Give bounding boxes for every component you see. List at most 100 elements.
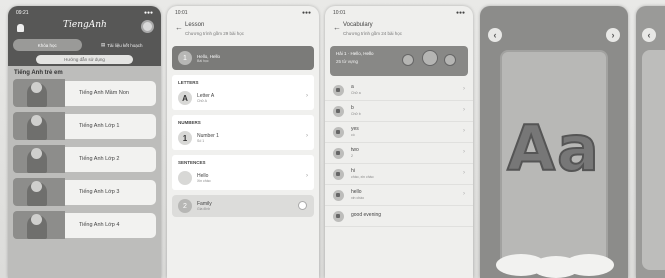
speaker-icon[interactable] [333, 105, 344, 117]
course-thumbnail [13, 178, 65, 206]
child-head [31, 82, 42, 93]
letters-card: LETTERS A Letter A Chữ A › [172, 75, 314, 110]
vocab-item[interactable]: a Chữ a › [325, 80, 473, 101]
course-thumbnail [13, 112, 65, 140]
lock-icon [298, 201, 307, 210]
status-icons: ●●● [301, 10, 311, 16]
speaker-icon[interactable] [333, 84, 344, 96]
number-icon: 1 [178, 131, 192, 145]
vocab-text: a Chữ a [351, 84, 361, 95]
chevron-left-icon[interactable]: ‹ [642, 28, 656, 42]
vocab-banner: Hải 1 · Hello, Hello 25 từ vựng [330, 46, 468, 76]
status-time: 09:21 [16, 10, 29, 16]
lesson-item-text: Number 1 Số 1 [197, 133, 219, 143]
vocab-item[interactable]: hello xin chào › [325, 185, 473, 206]
status-bar: 10:01 ●●● [325, 6, 473, 20]
child-head [31, 181, 42, 192]
course-label: Tiếng Anh Lớp 3 [65, 179, 156, 205]
vocab-item[interactable]: yes có › [325, 122, 473, 143]
chevron-right-icon: › [463, 149, 465, 155]
chevron-right-icon: › [306, 93, 308, 99]
vocab-word: good evening [351, 212, 382, 219]
chevron-left-icon[interactable]: ‹ [488, 28, 502, 42]
vocab-text: b Chữ b [351, 105, 361, 116]
character-illustration [444, 54, 456, 66]
vocab-item[interactable]: hi chào, xin chào › [325, 164, 473, 185]
course-label: Tiếng Anh Lớp 1 [65, 113, 156, 139]
selected-lesson-sub: Bài học [197, 58, 209, 63]
course-card[interactable]: Tiếng Anh Mầm Non [13, 79, 156, 107]
child-head [31, 148, 42, 159]
vocab-word: b [351, 105, 354, 112]
course-label: Tiếng Anh Lớp 2 [65, 146, 156, 172]
chevron-right-icon[interactable]: › [606, 28, 620, 42]
vocab-text: good evening [351, 212, 382, 219]
child-head [31, 115, 42, 126]
chat-icon [178, 171, 192, 185]
family-lesson[interactable]: 2 Family Gia đình [172, 195, 314, 217]
home-header: 09:21 ●●● TiengAnh Khóa học ▤ Tài liệu kết… [8, 6, 161, 66]
vocab-text: yes có [351, 126, 359, 137]
letter-icon: A [178, 91, 192, 105]
tab-courses[interactable]: Khóa học [13, 39, 82, 51]
avatar[interactable] [141, 20, 154, 33]
vocab-word: two [351, 147, 359, 154]
family-sub: Gia đình [197, 207, 211, 211]
flashcard[interactable]: Aa [496, 50, 614, 278]
vocab-meaning: Chữ b [351, 111, 361, 116]
speaker-icon[interactable] [333, 147, 344, 159]
speaker-icon[interactable] [333, 189, 344, 201]
tab-courses-label: Khóa học [37, 42, 57, 48]
flashcard [642, 50, 665, 270]
lesson-item-sub: Số 1 [197, 138, 205, 143]
vocab-meaning: 2 [351, 153, 353, 158]
speaker-icon[interactable] [333, 210, 344, 222]
banner-sub: 25 từ vựng [336, 59, 359, 64]
home-tabs: Khóa học ▤ Tài liệu kết hoạch [13, 39, 156, 51]
course-card[interactable]: Tiếng Anh Lớp 2 [13, 145, 156, 173]
lesson-screen: 10:01 ●●● ← Lesson Chương trình gồm 29 bà… [167, 6, 319, 278]
page-subtitle: Chương trình gồm 24 bài học [343, 31, 402, 36]
speaker-icon[interactable] [333, 168, 344, 180]
page-subtitle: Chương trình gồm 29 bài học [185, 31, 244, 36]
chevron-right-icon: › [463, 191, 465, 197]
vocabulary-screen: 10:01 ●●● ← Vocabulary Chương trình gồm 2… [325, 6, 473, 278]
app-screenshot-collage: 09:21 ●●● TiengAnh Khóa học ▤ Tài liệu kết… [0, 0, 665, 278]
course-thumbnail [13, 145, 65, 173]
back-arrow-icon[interactable]: ← [333, 23, 341, 32]
vocab-text: hi chào, xin chào [351, 168, 374, 179]
vocab-text: hello xin chào [351, 189, 364, 200]
lesson-item[interactable]: Hello Xin chào › [172, 168, 314, 188]
vocab-text: two 2 [351, 147, 359, 158]
lesson-item[interactable]: A Letter A Chữ A › [172, 88, 314, 108]
lesson-item-text: Letter A Chữ A [197, 93, 214, 103]
chevron-right-icon: › [463, 128, 465, 134]
app-logo: TiengAnh [63, 20, 107, 30]
banner-title: Hải 1 · Hello, Hello [336, 51, 374, 56]
page-title: Lesson [185, 22, 205, 28]
vocab-word: a [351, 84, 354, 91]
vocab-item[interactable]: good evening [325, 206, 473, 227]
vocab-item[interactable]: b Chữ b › [325, 101, 473, 122]
document-icon: ▤ [100, 42, 106, 47]
cloud-decoration [564, 254, 614, 276]
vocab-meaning: có [351, 132, 355, 137]
flashcard-screen: ‹ › Aa [480, 6, 628, 278]
course-card[interactable]: Tiếng Anh Lớp 4 [13, 211, 156, 239]
vocab-item[interactable]: two 2 › [325, 143, 473, 164]
guide-button[interactable]: Hướng dẫn sử dụng [36, 55, 133, 64]
course-card[interactable]: Tiếng Anh Lớp 3 [13, 178, 156, 206]
selected-lesson[interactable]: 1 Hello, Hello Bài học [172, 46, 314, 70]
lesson-item[interactable]: 1 Number 1 Số 1 › [172, 128, 314, 148]
group-caption: NUMBERS [178, 120, 201, 125]
chevron-right-icon: › [463, 86, 465, 92]
speaker-icon[interactable] [333, 126, 344, 138]
status-time: 10:01 [175, 10, 188, 16]
back-arrow-icon[interactable]: ← [175, 23, 183, 32]
tab-documents[interactable]: ▤ Tài liệu kết hoạch [88, 39, 157, 51]
vocab-meaning: Chữ a [351, 90, 361, 95]
status-bar: 10:01 ●●● [167, 6, 319, 20]
status-icons: ●●● [143, 10, 153, 16]
course-card[interactable]: Tiếng Anh Lớp 1 [13, 112, 156, 140]
bell-icon[interactable] [17, 24, 24, 32]
